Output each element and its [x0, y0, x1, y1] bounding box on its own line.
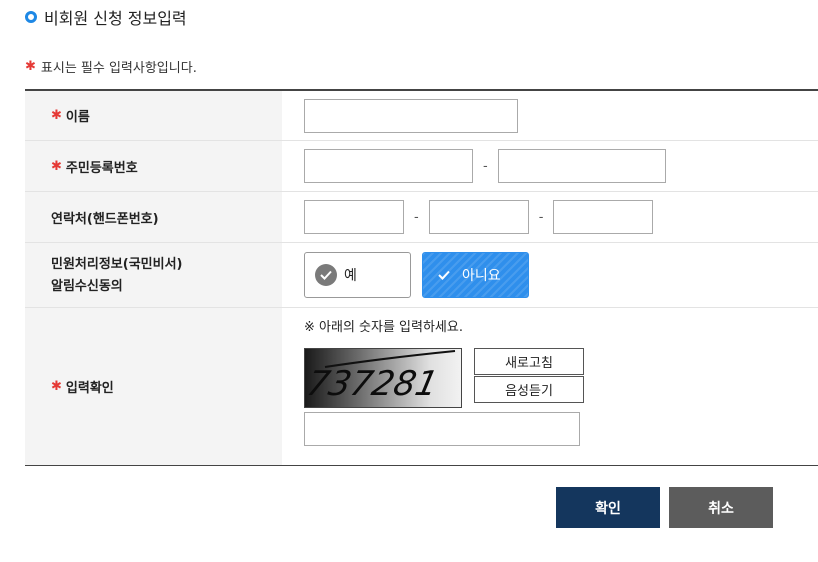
- phone-label-cell: 연락처(핸드폰번호): [25, 192, 282, 242]
- form-row-consent: 민원처리정보(국민비서) 알림수신동의 예 아니요: [25, 243, 818, 308]
- check-icon: [315, 264, 337, 286]
- form-actions: 확인 취소: [556, 487, 773, 528]
- dash-separator: -: [538, 209, 544, 225]
- rrn-label-cell: ✱ 주민등록번호: [25, 141, 282, 191]
- dash-separator: -: [414, 209, 419, 225]
- phone-last-input[interactable]: [553, 200, 654, 234]
- page-title: 비회원 신청 정보입력: [25, 6, 187, 28]
- captcha-description: ※ 아래의 숫자를 입력하세요.: [304, 320, 463, 335]
- captcha-row: 737281 새로고침 음성듣기: [304, 348, 584, 408]
- consent-label-line2: 알림수신동의: [51, 279, 123, 294]
- phone-value-cell: - -: [282, 192, 818, 242]
- consent-yes-label: 예: [344, 268, 357, 284]
- asterisk-icon: ✱: [51, 158, 62, 174]
- form-row-rrn: ✱ 주민등록번호 -: [25, 141, 818, 192]
- captcha-buttons: 새로고침 음성듣기: [474, 348, 584, 403]
- dash-separator: -: [483, 158, 488, 174]
- rrn-second-input[interactable]: [497, 149, 666, 183]
- name-label-cell: ✱ 이름: [25, 91, 282, 140]
- page-title-text: 비회원 신청 정보입력: [44, 9, 187, 28]
- name-label: 이름: [65, 110, 90, 125]
- phone-first-input[interactable]: [304, 200, 404, 234]
- captcha-label: 입력확인: [65, 381, 114, 396]
- consent-value-cell: 예 아니요: [282, 243, 818, 307]
- asterisk-icon: ✱: [51, 379, 62, 394]
- name-value-cell: [282, 91, 818, 140]
- phone-middle-input[interactable]: [428, 200, 529, 234]
- application-form: ✱ 이름 ✱ 주민등록번호 - 연락처(핸드폰번호) - - 민원처리정보(국민…: [25, 89, 818, 466]
- form-row-name: ✱ 이름: [25, 91, 818, 141]
- consent-label-cell: 민원처리정보(국민비서) 알림수신동의: [25, 243, 282, 307]
- consent-yes-button[interactable]: 예: [304, 252, 411, 298]
- consent-label: 민원처리정보(국민비서) 알림수신동의: [51, 252, 182, 298]
- form-row-captcha: ✱ 입력확인 ※ 아래의 숫자를 입력하세요. 737281 새로고침 음성듣기: [25, 308, 818, 465]
- rrn-first-input[interactable]: [304, 149, 473, 183]
- consent-no-button[interactable]: 아니요: [422, 252, 529, 298]
- rrn-label: 주민등록번호: [65, 160, 138, 176]
- captcha-label-cell: ✱ 입력확인: [25, 308, 282, 465]
- rrn-value-cell: -: [282, 141, 818, 191]
- captcha-image: 737281: [304, 348, 462, 408]
- phone-label: 연락처(핸드폰번호): [51, 211, 159, 227]
- consent-label-line1: 민원처리정보(국민비서): [51, 257, 183, 272]
- cancel-button[interactable]: 취소: [669, 487, 773, 528]
- captcha-value-cell: ※ 아래의 숫자를 입력하세요. 737281 새로고침 음성듣기: [282, 308, 818, 465]
- captcha-text: 737281: [305, 364, 442, 404]
- captcha-block: ※ 아래의 숫자를 입력하세요. 737281 새로고침 음성듣기: [304, 308, 584, 446]
- check-icon: [433, 264, 455, 286]
- confirm-button[interactable]: 확인: [556, 487, 660, 528]
- name-input[interactable]: [304, 98, 518, 133]
- asterisk-icon: ✱: [25, 59, 36, 74]
- circle-bullet-icon: [25, 11, 37, 23]
- consent-no-label: 아니요: [462, 268, 501, 284]
- required-note-text: 표시는 필수 입력사항입니다.: [40, 61, 197, 76]
- captcha-input[interactable]: [304, 412, 580, 446]
- required-note: ✱ 표시는 필수 입력사항입니다.: [25, 57, 197, 76]
- audio-captcha-button[interactable]: 음성듣기: [474, 376, 584, 403]
- refresh-captcha-button[interactable]: 새로고침: [474, 348, 584, 375]
- asterisk-icon: ✱: [51, 108, 62, 123]
- form-row-phone: 연락처(핸드폰번호) - -: [25, 192, 818, 243]
